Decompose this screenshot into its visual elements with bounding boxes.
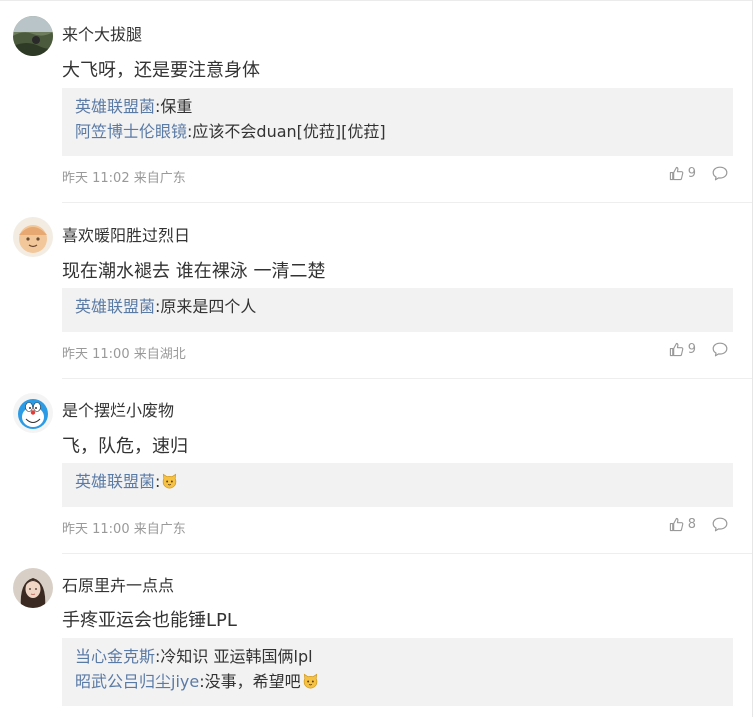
- divider: [62, 202, 752, 203]
- hand-drawn-avatar-image: [13, 217, 53, 257]
- commenter-avatar[interactable]: [13, 16, 53, 56]
- like-count: 9: [687, 342, 696, 357]
- reply-item: 昭武公吕归尘jiye:没事，希望吧: [75, 669, 720, 697]
- divider: [62, 553, 752, 554]
- comment-actions: 9: [669, 166, 728, 181]
- comment-meta: 昨天 11:00 来自广东: [62, 522, 186, 537]
- commenter-avatar[interactable]: [13, 393, 53, 433]
- landscape-avatar-image: [13, 16, 53, 56]
- commenter-name[interactable]: 石原里卉一点点: [62, 572, 174, 596]
- photo-avatar-image: [13, 568, 53, 608]
- reply-text: :: [155, 472, 161, 491]
- comment-bubble-icon: [712, 342, 728, 357]
- commenter-name[interactable]: 是个摆烂小废物: [62, 397, 174, 421]
- like-count: 8: [687, 517, 696, 532]
- comment-bubble-icon: [712, 517, 728, 532]
- like-button[interactable]: 9: [669, 342, 696, 357]
- commenter-name[interactable]: 喜欢暖阳胜过烈日: [62, 222, 190, 246]
- comment-actions: 8: [669, 517, 728, 532]
- reply-button[interactable]: [712, 517, 728, 532]
- commenter-avatar[interactable]: [13, 568, 53, 608]
- reply-item: 英雄联盟菌:原来是四个人: [75, 294, 720, 319]
- reply-text: :保重: [155, 97, 193, 116]
- comment-text: 现在潮水褪去 谁在裸泳 一清二楚: [62, 261, 326, 282]
- comment-meta: 昨天 11:00 来自湖北: [62, 347, 186, 362]
- like-button[interactable]: 9: [669, 166, 696, 181]
- reply-username[interactable]: 英雄联盟菌: [75, 97, 155, 116]
- reply-button[interactable]: [712, 342, 728, 357]
- reply-username[interactable]: 阿笠博士伦眼镜: [75, 122, 187, 141]
- divider: [62, 378, 752, 379]
- reply-username[interactable]: 英雄联盟菌: [75, 297, 155, 316]
- like-count: 9: [687, 166, 696, 181]
- reply-box: 英雄联盟菌:原来是四个人: [62, 288, 733, 332]
- comment-text: 大飞呀，还是要注意身体: [62, 60, 260, 81]
- reply-box: 英雄联盟菌:: [62, 463, 733, 507]
- commenter-name[interactable]: 来个大拔腿: [62, 21, 142, 45]
- reply-box: 当心金克斯:冷知识 亚运韩国俩lpl 昭武公吕归尘jiye:没事，希望吧: [62, 638, 733, 706]
- reply-item: 英雄联盟菌:保重: [75, 94, 720, 119]
- thumbs-up-icon: [669, 517, 684, 532]
- like-button[interactable]: 8: [669, 517, 696, 532]
- comment-bubble-icon: [712, 166, 728, 181]
- comment-text: 飞，队危，速归: [62, 436, 188, 457]
- reply-username[interactable]: 英雄联盟菌: [75, 472, 155, 491]
- thumbs-up-icon: [669, 166, 684, 181]
- reply-box: 英雄联盟菌:保重 阿笠博士伦眼镜:应该不会duan[优菈][优菈]: [62, 88, 733, 156]
- comment-text: 手疼亚运会也能锤LPL: [62, 610, 237, 631]
- reply-username[interactable]: 当心金克斯: [75, 647, 155, 666]
- reply-text: :应该不会duan[优菈][优菈]: [187, 122, 386, 141]
- reply-item: 阿笠博士伦眼镜:应该不会duan[优菈][优菈]: [75, 119, 720, 144]
- reply-text: :原来是四个人: [155, 297, 257, 316]
- reply-text: :没事，希望吧: [199, 672, 301, 691]
- comment-meta: 昨天 11:02 来自广东: [62, 171, 186, 186]
- thumbs-up-icon: [669, 342, 684, 357]
- reply-username[interactable]: 昭武公吕归尘jiye: [75, 672, 199, 691]
- cat-emoji-icon: [161, 472, 178, 497]
- comment-actions: 9: [669, 342, 728, 357]
- reply-button[interactable]: [712, 166, 728, 181]
- reply-text: :冷知识 亚运韩国俩lpl: [155, 647, 313, 666]
- doraemon-avatar-image: [13, 393, 53, 433]
- cat-emoji-icon: [302, 672, 319, 697]
- comment-feed: 来个大拔腿 大飞呀，还是要注意身体 英雄联盟菌:保重 阿笠博士伦眼镜:应该不会d…: [0, 0, 753, 717]
- reply-item: 英雄联盟菌:: [75, 469, 720, 497]
- commenter-avatar[interactable]: [13, 217, 53, 257]
- reply-item: 当心金克斯:冷知识 亚运韩国俩lpl: [75, 644, 720, 669]
